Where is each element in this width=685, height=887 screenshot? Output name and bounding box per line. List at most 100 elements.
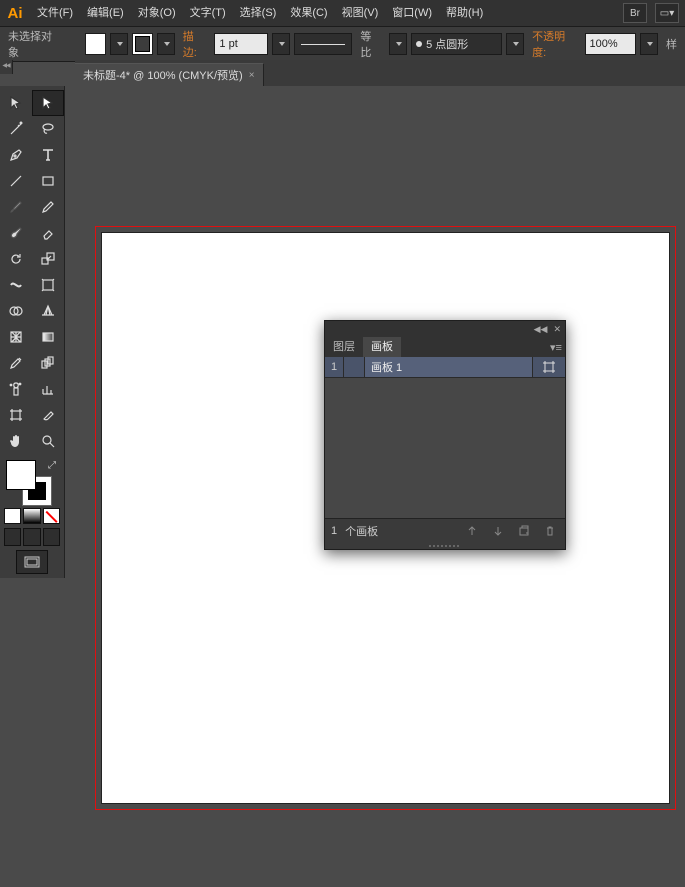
column-graph-tool[interactable]	[32, 376, 64, 402]
blend-tool[interactable]	[32, 350, 64, 376]
app-logo: Ai	[0, 0, 30, 26]
arrange-docs-button[interactable]: ▭▾	[655, 3, 679, 23]
artboard-orientation-icon[interactable]	[344, 357, 365, 377]
bridge-button[interactable]: Br	[623, 3, 647, 23]
opacity-value: 100%	[590, 38, 618, 50]
menu-file[interactable]: 文件(F)	[30, 0, 80, 26]
scale-tool[interactable]	[32, 246, 64, 272]
color-mode-none[interactable]	[43, 508, 60, 524]
gradient-tool[interactable]	[32, 324, 64, 350]
fill-dropdown[interactable]	[110, 33, 128, 55]
opacity-field[interactable]: 100%	[585, 33, 636, 55]
width-tool[interactable]	[0, 272, 32, 298]
tab-artboards[interactable]: 画板	[363, 337, 401, 357]
slice-tool[interactable]	[32, 402, 64, 428]
options-bar: 未选择对象 描边: 1 pt 等比 5 点圆形 不透明度: 100% 样	[0, 27, 685, 62]
delete-artboard-button[interactable]	[541, 523, 559, 539]
artboard-tool[interactable]	[0, 402, 32, 428]
stroke-swatch[interactable]	[132, 33, 153, 55]
stroke-weight-value: 1 pt	[219, 38, 237, 50]
tab-layers[interactable]: 图层	[325, 337, 363, 357]
panel-resize-grip[interactable]	[325, 543, 565, 549]
draw-inside[interactable]	[43, 528, 60, 546]
screen-mode-button[interactable]	[16, 550, 48, 574]
symbol-sprayer-tool[interactable]	[0, 376, 32, 402]
stroke-label: 描边:	[179, 28, 211, 60]
uniform-dropdown[interactable]	[389, 33, 407, 55]
draw-behind[interactable]	[23, 528, 40, 546]
hand-tool[interactable]	[0, 428, 32, 454]
artboard-row[interactable]: 1 画板 1	[325, 357, 565, 377]
magic-wand-tool[interactable]	[0, 116, 32, 142]
pencil-tool[interactable]	[32, 194, 64, 220]
draw-mode-row	[4, 528, 60, 546]
mesh-tool[interactable]	[0, 324, 32, 350]
brush-dot-icon	[416, 41, 422, 47]
document-tab[interactable]: 未标题-4* @ 100% (CMYK/预览) ×	[75, 63, 264, 86]
artboard-count-label: 个画板	[345, 523, 378, 539]
menubar-right: Br ▭▾	[623, 3, 685, 23]
selection-status: 未选择对象	[4, 28, 64, 60]
rotate-tool[interactable]	[0, 246, 32, 272]
perspective-grid-tool[interactable]	[32, 298, 64, 324]
color-mode-row	[4, 508, 60, 524]
artboard-list: 1 画板 1	[325, 357, 565, 518]
opacity-dropdown[interactable]	[640, 33, 658, 55]
brush-definition[interactable]: 5 点圆形	[411, 33, 502, 55]
color-mode-gradient[interactable]	[23, 508, 40, 524]
draw-normal[interactable]	[4, 528, 21, 546]
paintbrush-tool[interactable]	[0, 194, 32, 220]
artboard-count-num: 1	[331, 525, 337, 537]
opacity-label: 不透明度:	[528, 28, 580, 60]
close-tab-icon[interactable]: ×	[249, 70, 255, 81]
brush-dropdown[interactable]	[506, 33, 524, 55]
shape-builder-tool[interactable]	[0, 298, 32, 324]
menu-effect[interactable]: 效果(C)	[283, 0, 334, 26]
line-tool[interactable]	[0, 168, 32, 194]
zoom-tool[interactable]	[32, 428, 64, 454]
lasso-tool[interactable]	[32, 116, 64, 142]
blob-brush-tool[interactable]	[0, 220, 32, 246]
rectangle-tool[interactable]	[32, 168, 64, 194]
swap-fill-stroke-icon[interactable]: ⤢	[48, 460, 56, 471]
menu-object[interactable]: 对象(O)	[131, 0, 183, 26]
eraser-tool[interactable]	[32, 220, 64, 246]
fill-swatch[interactable]	[85, 33, 106, 55]
color-mode-solid[interactable]	[4, 508, 21, 524]
free-transform-tool[interactable]	[32, 272, 64, 298]
collapse-panel-icon[interactable]: ◀◀	[534, 324, 548, 335]
stroke-weight-dropdown[interactable]	[272, 33, 290, 55]
artboard-name[interactable]: 画板 1	[365, 359, 532, 375]
style-label: 样	[662, 36, 681, 52]
menu-select[interactable]: 选择(S)	[233, 0, 284, 26]
fill-color-icon[interactable]	[6, 460, 36, 490]
menu-view[interactable]: 视图(V)	[335, 0, 386, 26]
pen-tool[interactable]	[0, 142, 32, 168]
menu-edit[interactable]: 编辑(E)	[80, 0, 131, 26]
stroke-dropdown[interactable]	[157, 33, 175, 55]
close-panel-icon[interactable]: ✕	[553, 324, 561, 335]
menu-type[interactable]: 文字(T)	[183, 0, 233, 26]
stroke-weight-field[interactable]: 1 pt	[214, 33, 267, 55]
panel-tabs: 图层 画板 ▾≡	[325, 337, 565, 357]
panel-menu-icon[interactable]: ▾≡	[547, 337, 565, 357]
type-tool[interactable]	[32, 142, 64, 168]
artboard-options-icon[interactable]	[532, 357, 565, 377]
menu-window[interactable]: 窗口(W)	[385, 0, 439, 26]
move-down-button[interactable]	[489, 523, 507, 539]
artboards-panel[interactable]: ◀◀ ✕ 图层 画板 ▾≡ 1 画板 1 1 个画板	[324, 320, 566, 550]
fill-stroke-control[interactable]: ⤢	[4, 458, 60, 504]
panel-collapse-strip[interactable]	[0, 60, 13, 74]
document-tab-title: 未标题-4* @ 100% (CMYK/预览)	[83, 67, 243, 83]
new-artboard-button[interactable]	[515, 523, 533, 539]
stroke-profile[interactable]	[294, 33, 353, 55]
toolbox: ⤢	[0, 86, 65, 578]
selection-tool[interactable]	[0, 90, 32, 116]
eyedropper-tool[interactable]	[0, 350, 32, 376]
move-up-button[interactable]	[463, 523, 481, 539]
artboard-index: 1	[325, 357, 344, 377]
panel-header[interactable]: ◀◀ ✕	[325, 321, 565, 337]
direct-selection-tool[interactable]	[32, 90, 64, 116]
menu-help[interactable]: 帮助(H)	[439, 0, 490, 26]
brush-value: 5 点圆形	[426, 36, 468, 52]
